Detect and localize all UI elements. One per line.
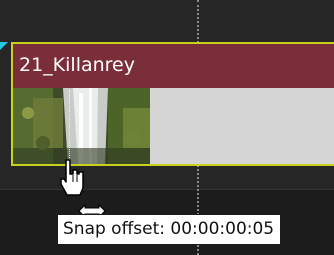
waterfall-thumbnail-image bbox=[13, 88, 150, 164]
snap-offset-tooltip: Snap offset: 00:00:00:05 bbox=[57, 214, 282, 245]
hand-pointer-icon bbox=[58, 158, 88, 198]
clip-title: 21_Killanrey bbox=[19, 54, 135, 76]
timeline-panel[interactable]: 21_Killanrey Snap offset: 00:00:00:05 bbox=[0, 0, 334, 255]
video-clip[interactable]: 21_Killanrey bbox=[11, 42, 334, 166]
track-divider bbox=[0, 189, 334, 190]
clip-header[interactable]: 21_Killanrey bbox=[13, 44, 334, 88]
clip-body[interactable] bbox=[13, 88, 334, 164]
snap-offset-line bbox=[69, 90, 70, 168]
clip-start-marker bbox=[0, 42, 8, 50]
clip-thumbnail bbox=[13, 88, 150, 164]
